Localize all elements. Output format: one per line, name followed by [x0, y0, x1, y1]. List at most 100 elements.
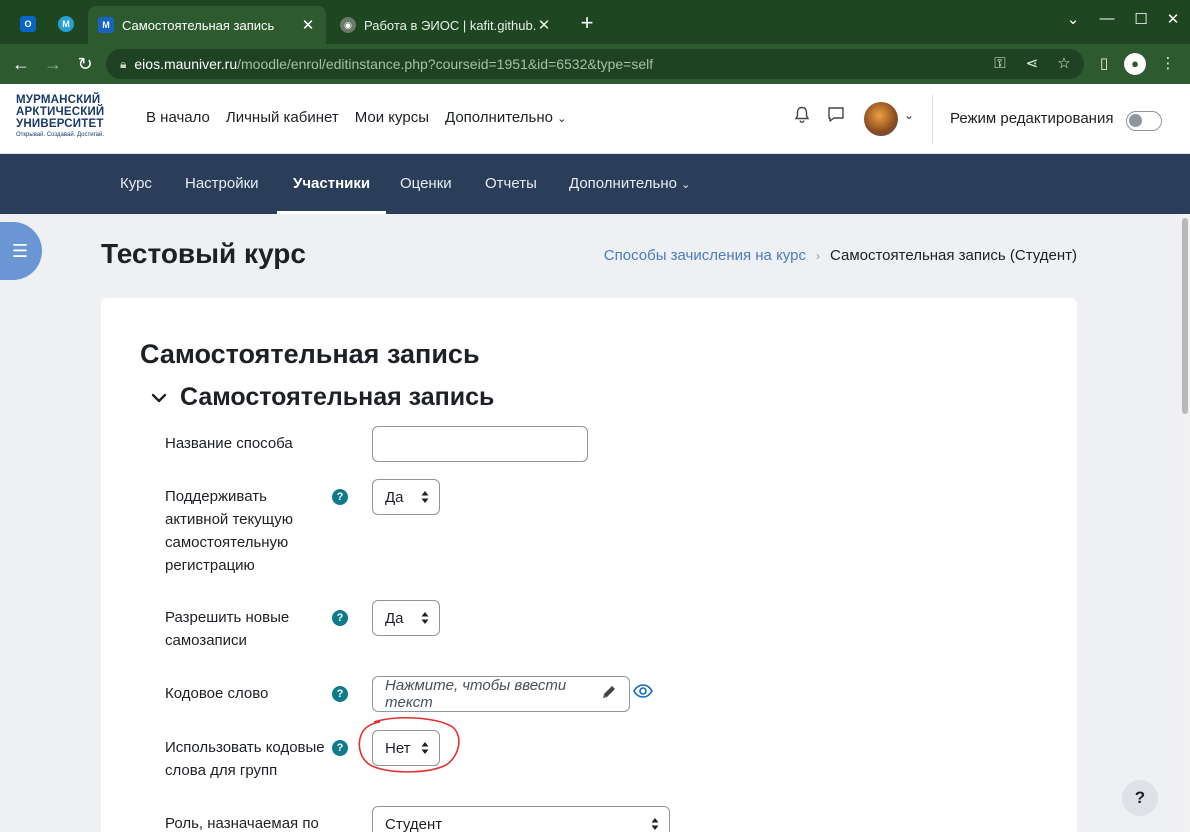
maximize-button[interactable]: ☐ [1128, 10, 1154, 28]
field-label-group-key: Использовать кодовые слова для групп [165, 736, 325, 782]
field-label-keep-active: Поддерживать активной текущую самостояте… [165, 485, 293, 577]
nav-more-label: Дополнительно [445, 109, 553, 126]
close-window-button[interactable]: ✕ [1160, 10, 1186, 28]
tab-active[interactable]: M Самостоятельная запись ✕ [88, 6, 326, 44]
secnav-course[interactable]: Курс [120, 154, 152, 214]
name-input[interactable] [372, 426, 588, 462]
field-label-role: Роль, назначаемая по [165, 815, 319, 832]
scrollbar-thumb[interactable] [1182, 218, 1188, 414]
breadcrumb-current: Самостоятельная запись (Студент) [829, 247, 1077, 264]
help-button[interactable]: ? [1122, 780, 1158, 816]
forward-button[interactable]: → [40, 52, 66, 76]
minimize-button[interactable]: — [1094, 10, 1120, 27]
moodle-icon: M [98, 17, 114, 33]
outlook-icon: O [20, 16, 36, 32]
pinned-tab-outlook[interactable]: O [10, 8, 46, 40]
pinned-tab-moodle[interactable]: M [48, 8, 84, 40]
close-icon[interactable]: ✕ [300, 16, 316, 34]
section-header[interactable]: Самостоятельная запись [148, 383, 494, 412]
profile-icon[interactable]: ● [1124, 53, 1146, 75]
label-line: самозаписи [165, 632, 247, 649]
label-line: регистрацию [165, 557, 255, 574]
pencil-icon [601, 684, 617, 704]
site-header: МУРМАНСКИЙ АРКТИЧЕСКИЙ УНИВЕРСИТЕТ Откры… [0, 84, 1190, 154]
label-line: самостоятельную [165, 534, 289, 551]
red-circle-annotation [358, 717, 460, 773]
secnav-more[interactable]: Дополнительно ⌄ [569, 154, 690, 214]
chevron-down-icon[interactable] [148, 387, 170, 409]
enrol-key-input[interactable]: Нажмите, чтобы ввести текст [372, 676, 630, 712]
allow-new-select[interactable]: Да [372, 600, 440, 636]
close-icon[interactable]: ✕ [536, 16, 552, 34]
select-value: Да [385, 609, 404, 627]
tab-title: Самостоятельная запись [122, 17, 275, 33]
logo-line: УНИВЕРСИТЕТ [16, 118, 104, 130]
back-button[interactable]: ← [8, 52, 34, 76]
chevron-down-icon: ⌄ [681, 179, 691, 191]
tab-search-icon[interactable]: ⌄ [1060, 10, 1086, 28]
page-scrollbar[interactable] [1180, 214, 1190, 832]
field-label-allow-new: Разрешить новые самозаписи [165, 606, 289, 652]
list-icon: ☰ [11, 240, 29, 261]
nav-dashboard[interactable]: Личный кабинет [226, 109, 339, 126]
tab-inactive[interactable]: ◉ Работа в ЭИОС | kafit.github.io ✕ [330, 6, 562, 44]
bell-icon[interactable] [790, 106, 814, 130]
secnav-participants[interactable]: Участники [277, 154, 387, 214]
toggle-knob [1129, 114, 1142, 127]
reload-button[interactable]: ↻ [72, 52, 98, 76]
url-path: /moodle/enrol/editinstance.php?courseid=… [237, 56, 654, 72]
form-title: Самостоятельная запись [140, 339, 480, 369]
browser-toolbar: ← → ↻ 🔒︎ eios.mauniver.ru/moodle/enrol/e… [0, 44, 1190, 84]
select-arrows-icon [421, 491, 429, 503]
url-host: eios.mauniver.ru [134, 56, 238, 72]
enrol-key-placeholder: Нажмите, чтобы ввести текст [385, 677, 567, 711]
secnav-reports[interactable]: Отчеты [485, 154, 537, 214]
page-title: Тестовый курс [101, 238, 306, 269]
nav-more[interactable]: Дополнительно ⌄ [445, 109, 566, 126]
chevron-right-icon: › [815, 248, 820, 263]
help-icon[interactable]: ? [332, 489, 348, 505]
logo-line: АРКТИЧЕСКИЙ [16, 106, 105, 118]
help-icon[interactable]: ? [332, 610, 348, 626]
university-logo[interactable]: МУРМАНСКИЙ АРКТИЧЕСКИЙ УНИВЕРСИТЕТ Откры… [16, 94, 116, 138]
secnav-grades[interactable]: Оценки [400, 154, 452, 214]
course-index-toggle[interactable]: ☰ [0, 222, 42, 280]
breadcrumb-link[interactable]: Способы зачисления на курс [604, 247, 806, 264]
logo-line: МУРМАНСКИЙ [16, 94, 101, 106]
divider [932, 94, 933, 144]
label-line: Поддерживать [165, 488, 267, 505]
help-icon[interactable]: ? [332, 740, 348, 756]
eye-icon[interactable] [633, 683, 653, 699]
course-secondary-nav: Курс Настройки Участники Оценки Отчеты Д… [0, 154, 1190, 214]
keep-active-select[interactable]: Да [372, 479, 440, 515]
breadcrumb: Способы зачисления на курс › Самостоятел… [604, 247, 1077, 264]
select-arrows-icon [651, 818, 659, 830]
secnav-settings[interactable]: Настройки [185, 154, 259, 214]
menu-icon[interactable]: ⋮ [1156, 52, 1180, 76]
chat-icon[interactable] [824, 106, 848, 130]
tab-title: Работа в ЭИОС | kafit.github.io [364, 17, 536, 33]
primary-nav: В начало Личный кабинет Мои курсы Дополн… [146, 109, 566, 126]
nav-my-courses[interactable]: Мои курсы [355, 109, 429, 126]
moodle-icon: M [58, 16, 74, 32]
secnav-more-label: Дополнительно [569, 175, 677, 192]
globe-icon: ◉ [340, 17, 356, 33]
logo-tagline: Открывай. Создавай. Достигай. [16, 132, 105, 138]
chevron-down-icon[interactable]: ⌄ [904, 108, 914, 122]
field-label-name: Название способа [165, 435, 293, 452]
edit-mode-toggle[interactable] [1126, 111, 1162, 131]
chevron-down-icon: ⌄ [557, 113, 567, 125]
help-icon[interactable]: ? [332, 686, 348, 702]
address-bar[interactable]: 🔒︎ eios.mauniver.ru/moodle/enrol/editins… [106, 49, 1084, 79]
nav-home[interactable]: В начало [146, 109, 210, 126]
star-icon[interactable]: ☆ [1052, 52, 1076, 76]
share-icon[interactable]: ⋖ [1020, 52, 1044, 76]
label-line: слова для групп [165, 762, 278, 779]
avatar[interactable] [864, 102, 898, 136]
select-value: Да [385, 488, 404, 506]
sidepanel-icon[interactable]: ▯ [1092, 52, 1116, 76]
new-tab-button[interactable]: + [574, 10, 600, 36]
role-select[interactable]: Студент [372, 806, 670, 832]
key-icon[interactable]: ⚿ [988, 52, 1012, 76]
edit-mode-label: Режим редактирования [950, 110, 1114, 127]
